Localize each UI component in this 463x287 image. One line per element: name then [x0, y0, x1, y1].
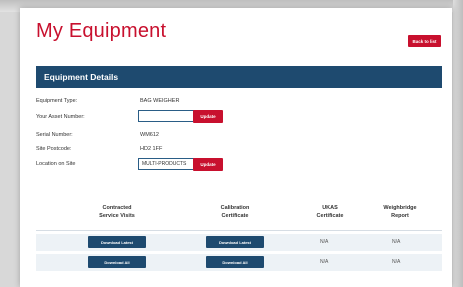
site-postcode-value: HD2 1FF: [140, 146, 163, 152]
serial-number-label: Serial Number:: [36, 132, 73, 138]
download-latest-calibration-button[interactable]: Download Latest: [206, 236, 264, 248]
site-postcode-label: Site Postcode:: [36, 146, 72, 152]
equipment-card: My Equipment Back to list Equipment Deta…: [20, 8, 452, 287]
download-all-calibration-button[interactable]: Download All: [206, 256, 264, 268]
header-service-visits-line2: Service Visits: [99, 213, 135, 219]
header-calibration: Calibration Certificate: [200, 204, 270, 220]
header-calibration-line2: Certificate: [221, 213, 249, 219]
location-update-button[interactable]: Update: [193, 158, 223, 171]
page-title: My Equipment: [36, 20, 167, 42]
header-service-visits-line1: Contracted: [102, 205, 132, 211]
asset-update-button[interactable]: Update: [193, 110, 223, 123]
header-weighbridge-line2: Report: [391, 213, 409, 219]
weighbridge-status: N/A: [392, 239, 401, 245]
download-all-service-button[interactable]: Download All: [88, 256, 146, 268]
location-input[interactable]: MULTI-PRODUCTS: [138, 158, 200, 170]
header-service-visits: Contracted Service Visits: [82, 204, 152, 220]
header-weighbridge: Weighbridge Report: [370, 204, 430, 220]
download-latest-service-button[interactable]: Download Latest: [88, 236, 146, 248]
window-edge-right: [453, 0, 463, 287]
header-ukas: UKAS Certificate: [300, 204, 360, 220]
header-ukas-line1: UKAS: [322, 205, 338, 211]
equipment-type-value: BAG WEIGHER: [140, 98, 180, 104]
header-calibration-line1: Calibration: [220, 205, 250, 211]
table-divider: [36, 230, 442, 231]
header-weighbridge-line1: Weighbridge: [383, 205, 417, 211]
ukas-status: N/A: [320, 239, 329, 245]
header-ukas-line2: Certificate: [316, 213, 344, 219]
ukas-status: N/A: [320, 259, 329, 265]
back-to-list-button[interactable]: Back to list: [408, 35, 441, 47]
weighbridge-status: N/A: [392, 259, 401, 265]
asset-number-label: Your Asset Number:: [36, 114, 85, 120]
equipment-type-label: Equipment Type:: [36, 98, 78, 104]
section-title: Equipment Details: [44, 72, 119, 82]
location-label: Location on Site: [36, 161, 76, 167]
serial-number-value: WM612: [140, 132, 159, 138]
section-header: Equipment Details: [36, 66, 442, 88]
